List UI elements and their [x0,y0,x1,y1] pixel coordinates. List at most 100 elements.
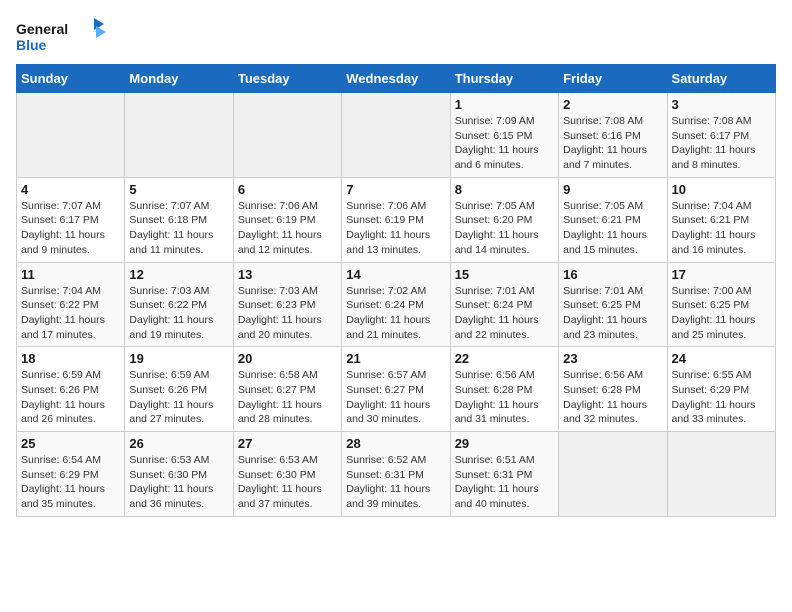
day-info: Sunrise: 7:07 AM Sunset: 6:18 PM Dayligh… [129,199,228,258]
day-number: 6 [238,182,337,197]
header-monday: Monday [125,65,233,93]
day-number: 25 [21,436,120,451]
calendar-week-row: 18 Sunrise: 6:59 AM Sunset: 6:26 PM Dayli… [17,347,776,432]
calendar-cell: 24 Sunrise: 6:55 AM Sunset: 6:29 PM Dayli… [667,347,775,432]
calendar-cell: 2 Sunrise: 7:08 AM Sunset: 6:16 PM Daylig… [559,93,667,178]
day-info: Sunrise: 6:56 AM Sunset: 6:28 PM Dayligh… [563,368,662,427]
day-number: 10 [672,182,771,197]
day-number: 23 [563,351,662,366]
calendar-cell: 14Sunrise: 7:02 AM Sunset: 6:24 PM Dayli… [342,262,450,347]
day-number: 9 [563,182,662,197]
day-number: 18 [21,351,120,366]
day-number: 26 [129,436,228,451]
calendar-cell [667,432,775,517]
day-info: Sunrise: 7:05 AM Sunset: 6:20 PM Dayligh… [455,199,554,258]
calendar-cell: 17 Sunrise: 7:00 AM Sunset: 6:25 PM Dayli… [667,262,775,347]
header-friday: Friday [559,65,667,93]
calendar-cell: 13 Sunrise: 7:03 AM Sunset: 6:23 PM Dayli… [233,262,341,347]
header-wednesday: Wednesday [342,65,450,93]
header-saturday: Saturday [667,65,775,93]
logo-svg: General Blue [16,16,106,56]
day-number: 8 [455,182,554,197]
day-number: 22 [455,351,554,366]
calendar-week-row: 1Sunrise: 7:09 AM Sunset: 6:15 PM Daylig… [17,93,776,178]
day-number: 1 [455,97,554,112]
day-info: Sunrise: 7:00 AM Sunset: 6:25 PM Dayligh… [672,284,771,343]
day-info: Sunrise: 7:08 AM Sunset: 6:16 PM Dayligh… [563,114,662,173]
calendar-cell: 16Sunrise: 7:01 AM Sunset: 6:25 PM Dayli… [559,262,667,347]
svg-text:Blue: Blue [16,37,47,53]
day-info: Sunrise: 7:07 AM Sunset: 6:17 PM Dayligh… [21,199,120,258]
calendar-cell: 18 Sunrise: 6:59 AM Sunset: 6:26 PM Dayli… [17,347,125,432]
day-info: Sunrise: 6:59 AM Sunset: 6:26 PM Dayligh… [21,368,120,427]
logo: General Blue [16,16,106,56]
day-number: 14 [346,267,445,282]
day-info: Sunrise: 6:58 AM Sunset: 6:27 PM Dayligh… [238,368,337,427]
day-info: Sunrise: 7:06 AM Sunset: 6:19 PM Dayligh… [346,199,445,258]
calendar-cell: 29 Sunrise: 6:51 AM Sunset: 6:31 PM Dayli… [450,432,558,517]
day-number: 3 [672,97,771,112]
calendar-cell: 20 Sunrise: 6:58 AM Sunset: 6:27 PM Dayli… [233,347,341,432]
calendar-cell: 19 Sunrise: 6:59 AM Sunset: 6:26 PM Dayli… [125,347,233,432]
calendar-cell [342,93,450,178]
day-info: Sunrise: 7:08 AM Sunset: 6:17 PM Dayligh… [672,114,771,173]
day-info: Sunrise: 7:04 AM Sunset: 6:21 PM Dayligh… [672,199,771,258]
day-number: 11 [21,267,120,282]
calendar-cell [559,432,667,517]
calendar-cell: 4Sunrise: 7:07 AM Sunset: 6:17 PM Daylig… [17,177,125,262]
calendar-week-row: 4Sunrise: 7:07 AM Sunset: 6:17 PM Daylig… [17,177,776,262]
day-info: Sunrise: 6:51 AM Sunset: 6:31 PM Dayligh… [455,453,554,512]
calendar-cell: 25 Sunrise: 6:54 AM Sunset: 6:29 PM Dayli… [17,432,125,517]
calendar-cell: 26Sunrise: 6:53 AM Sunset: 6:30 PM Dayli… [125,432,233,517]
calendar-cell: 9 Sunrise: 7:05 AM Sunset: 6:21 PM Daylig… [559,177,667,262]
calendar-week-row: 25 Sunrise: 6:54 AM Sunset: 6:29 PM Dayli… [17,432,776,517]
day-number: 13 [238,267,337,282]
svg-text:General: General [16,21,68,37]
calendar-cell: 10 Sunrise: 7:04 AM Sunset: 6:21 PM Dayli… [667,177,775,262]
day-number: 12 [129,267,228,282]
day-info: Sunrise: 6:59 AM Sunset: 6:26 PM Dayligh… [129,368,228,427]
day-number: 5 [129,182,228,197]
calendar-cell: 11 Sunrise: 7:04 AM Sunset: 6:22 PM Dayli… [17,262,125,347]
page-header: General Blue [16,16,776,56]
day-info: Sunrise: 6:52 AM Sunset: 6:31 PM Dayligh… [346,453,445,512]
calendar-cell: 3 Sunrise: 7:08 AM Sunset: 6:17 PM Daylig… [667,93,775,178]
calendar-header-row: SundayMondayTuesdayWednesdayThursdayFrid… [17,65,776,93]
day-info: Sunrise: 6:55 AM Sunset: 6:29 PM Dayligh… [672,368,771,427]
day-number: 16 [563,267,662,282]
day-number: 29 [455,436,554,451]
day-info: Sunrise: 6:54 AM Sunset: 6:29 PM Dayligh… [21,453,120,512]
header-sunday: Sunday [17,65,125,93]
day-number: 7 [346,182,445,197]
day-number: 15 [455,267,554,282]
day-info: Sunrise: 7:04 AM Sunset: 6:22 PM Dayligh… [21,284,120,343]
day-number: 17 [672,267,771,282]
day-info: Sunrise: 7:03 AM Sunset: 6:23 PM Dayligh… [238,284,337,343]
calendar-cell: 1Sunrise: 7:09 AM Sunset: 6:15 PM Daylig… [450,93,558,178]
calendar-cell: 23 Sunrise: 6:56 AM Sunset: 6:28 PM Dayli… [559,347,667,432]
day-number: 20 [238,351,337,366]
day-number: 24 [672,351,771,366]
calendar-table: SundayMondayTuesdayWednesdayThursdayFrid… [16,64,776,517]
day-info: Sunrise: 7:01 AM Sunset: 6:24 PM Dayligh… [455,284,554,343]
day-number: 2 [563,97,662,112]
day-number: 28 [346,436,445,451]
calendar-cell: 8 Sunrise: 7:05 AM Sunset: 6:20 PM Daylig… [450,177,558,262]
calendar-cell [17,93,125,178]
calendar-cell: 15 Sunrise: 7:01 AM Sunset: 6:24 PM Dayli… [450,262,558,347]
calendar-cell: 28 Sunrise: 6:52 AM Sunset: 6:31 PM Dayli… [342,432,450,517]
calendar-week-row: 11 Sunrise: 7:04 AM Sunset: 6:22 PM Dayli… [17,262,776,347]
day-number: 19 [129,351,228,366]
calendar-cell [125,93,233,178]
day-info: Sunrise: 6:57 AM Sunset: 6:27 PM Dayligh… [346,368,445,427]
day-info: Sunrise: 7:05 AM Sunset: 6:21 PM Dayligh… [563,199,662,258]
day-info: Sunrise: 7:06 AM Sunset: 6:19 PM Dayligh… [238,199,337,258]
calendar-cell: 12 Sunrise: 7:03 AM Sunset: 6:22 PM Dayli… [125,262,233,347]
calendar-cell: 21 Sunrise: 6:57 AM Sunset: 6:27 PM Dayli… [342,347,450,432]
day-info: Sunrise: 6:53 AM Sunset: 6:30 PM Dayligh… [238,453,337,512]
day-number: 21 [346,351,445,366]
calendar-cell [233,93,341,178]
calendar-cell: 22 Sunrise: 6:56 AM Sunset: 6:28 PM Dayli… [450,347,558,432]
day-info: Sunrise: 7:03 AM Sunset: 6:22 PM Dayligh… [129,284,228,343]
day-info: Sunrise: 6:56 AM Sunset: 6:28 PM Dayligh… [455,368,554,427]
